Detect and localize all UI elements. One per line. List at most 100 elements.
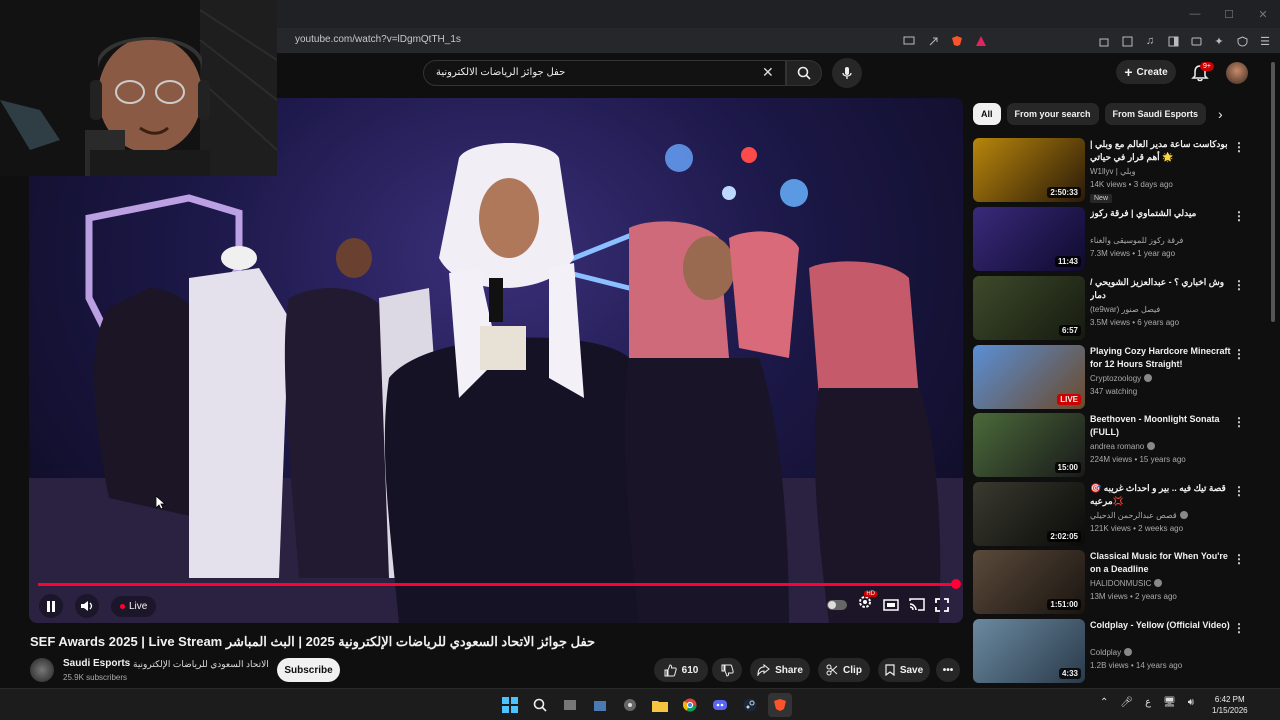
voice-search-button[interactable] xyxy=(832,58,862,88)
recommendation-title[interactable]: قصة تيك فيه .. بير و احداث غريبه 🎯 مرعبه… xyxy=(1090,482,1238,508)
scrollbar-thumb[interactable] xyxy=(1271,62,1275,322)
share-page-icon[interactable] xyxy=(924,32,942,50)
chip-from-channel[interactable]: From Saudi Esports xyxy=(1104,103,1207,125)
more-vertical-icon[interactable]: ⋮ xyxy=(1233,415,1245,429)
chip-from-your-search[interactable]: From your search xyxy=(1006,103,1099,125)
settings-button[interactable]: HD xyxy=(857,591,877,615)
recommendation-channel[interactable]: Coldplay xyxy=(1090,648,1133,657)
cast-icon[interactable] xyxy=(909,598,925,611)
url-field[interactable]: youtube.com/watch?v=lDgmQtTH_1s xyxy=(295,34,461,45)
more-vertical-icon[interactable]: ⋮ xyxy=(1233,484,1245,498)
recommendation-item[interactable]: 15:00 Beethoven - Moonlight Sonata (FULL)… xyxy=(973,413,1263,477)
more-vertical-icon[interactable]: ⋮ xyxy=(1233,621,1245,635)
vpn-icon[interactable] xyxy=(1233,32,1251,50)
subscribe-button[interactable]: Subscribe xyxy=(277,658,340,682)
theater-mode-icon[interactable] xyxy=(883,598,899,611)
more-vertical-icon[interactable]: ⋮ xyxy=(1233,140,1245,154)
brave-rewards-icon[interactable] xyxy=(972,32,990,50)
minimize-button[interactable]: — xyxy=(1178,0,1212,28)
menu-icon[interactable]: ☰ xyxy=(1256,32,1274,50)
chip-all[interactable]: All xyxy=(973,103,1001,125)
recommendation-item[interactable]: 1:51:00 Classical Music for When You're o… xyxy=(973,550,1263,614)
progress-bar[interactable] xyxy=(38,583,956,586)
cast-icon[interactable] xyxy=(900,32,918,50)
maximize-button[interactable]: ☐ xyxy=(1212,0,1246,28)
volume-button[interactable] xyxy=(75,594,99,618)
user-avatar[interactable] xyxy=(1226,62,1248,84)
recommendation-item[interactable]: 4:33 Coldplay - Yellow (Official Video) Co… xyxy=(973,619,1263,683)
channel-avatar[interactable] xyxy=(30,658,54,682)
input-language[interactable]: ع xyxy=(1145,697,1151,708)
video-thumbnail[interactable]: LIVE xyxy=(973,345,1085,409)
share-button[interactable]: Share xyxy=(750,658,810,682)
live-indicator[interactable]: Live xyxy=(111,595,157,617)
recommendation-channel[interactable]: قصص عبدالرحمن الدحيلي xyxy=(1090,511,1188,520)
wallet-icon[interactable] xyxy=(1187,32,1205,50)
music-icon[interactable]: ♫ xyxy=(1141,32,1159,50)
sidebar-icon[interactable] xyxy=(1164,32,1182,50)
task-view-icon[interactable] xyxy=(558,693,582,717)
like-button[interactable]: 610 xyxy=(654,658,708,682)
brave-browser-icon[interactable] xyxy=(768,693,792,717)
video-thumbnail[interactable]: 11:43 xyxy=(973,207,1085,271)
channel-name[interactable]: Saudi Esports xyxy=(63,658,130,669)
more-vertical-icon[interactable]: ⋮ xyxy=(1233,552,1245,566)
fullscreen-icon[interactable] xyxy=(935,597,949,612)
create-button[interactable]: + Create xyxy=(1116,60,1176,84)
store-icon[interactable] xyxy=(588,693,612,717)
autoplay-toggle[interactable] xyxy=(827,599,847,610)
recommendation-item[interactable]: 2:50:33 بودكاست ساعة مدير العالم مع وبلي … xyxy=(973,138,1263,203)
clip-button[interactable]: Clip xyxy=(818,658,870,682)
search-input[interactable]: حفل جوائز الرياضات الالكترونية xyxy=(423,60,786,86)
recommendation-channel[interactable]: (te9war) فيصل صنور xyxy=(1090,305,1160,314)
pause-button[interactable] xyxy=(39,594,63,618)
recommendation-item[interactable]: 11:43 ميدلي الشتماوي | فرقة ركوز فرقة ركوز… xyxy=(973,207,1263,271)
more-actions-button[interactable]: ••• xyxy=(936,658,960,682)
brave-shields-icon[interactable] xyxy=(948,32,966,50)
start-menu-icon[interactable] xyxy=(498,693,522,717)
page-scrollbar[interactable] xyxy=(1269,56,1277,686)
video-thumbnail[interactable]: 15:00 xyxy=(973,413,1085,477)
chrome-icon[interactable] xyxy=(678,693,702,717)
microphone-tray-icon[interactable]: 🎤︎ xyxy=(1120,697,1133,708)
search-button[interactable] xyxy=(786,60,822,86)
chrome-like-icon[interactable] xyxy=(618,693,642,717)
save-button[interactable]: Save xyxy=(878,658,930,682)
recommendation-item[interactable]: LIVE Playing Cozy Hardcore Minecraft for … xyxy=(973,345,1263,409)
progress-scrubber[interactable] xyxy=(951,579,961,589)
recommendation-channel[interactable]: فرقة ركوز للموسيقى والغناء xyxy=(1090,236,1183,245)
search-icon[interactable] xyxy=(528,693,552,717)
recommendation-channel[interactable]: W1llyv | وبلي xyxy=(1090,167,1135,176)
recommendation-title[interactable]: بودكاست ساعة مدير العالم مع وبلي | أهم ق… xyxy=(1090,138,1238,164)
recommendation-title[interactable]: وش اخباري ؟ - عبدالعزيز الشويحي / دمار xyxy=(1090,276,1238,302)
video-thumbnail[interactable]: 6:57 xyxy=(973,276,1085,340)
clear-search-icon[interactable]: ✕ xyxy=(762,64,774,81)
discord-icon[interactable] xyxy=(708,693,732,717)
extensions-icon[interactable] xyxy=(1095,32,1113,50)
network-icon[interactable]: 🖥︎ xyxy=(1163,697,1176,708)
recommendation-channel[interactable]: HALIDONMUSIC xyxy=(1090,579,1163,588)
tab-manager-icon[interactable] xyxy=(1118,32,1136,50)
video-thumbnail[interactable]: 4:33 xyxy=(973,619,1085,683)
speaker-icon[interactable]: 🔊︎ xyxy=(1188,697,1194,708)
more-vertical-icon[interactable]: ⋮ xyxy=(1233,278,1245,292)
search-query[interactable]: حفل جوائز الرياضات الالكترونية xyxy=(436,67,766,78)
leo-ai-icon[interactable]: ✦ xyxy=(1210,32,1228,50)
more-vertical-icon[interactable]: ⋮ xyxy=(1233,347,1245,361)
close-window-button[interactable]: ✕ xyxy=(1246,0,1280,28)
dislike-button[interactable] xyxy=(712,658,742,682)
video-thumbnail[interactable]: 1:51:00 xyxy=(973,550,1085,614)
more-vertical-icon[interactable]: ⋮ xyxy=(1233,209,1245,223)
chevron-up-icon[interactable]: ⌃ xyxy=(1100,697,1108,708)
system-clock[interactable]: 6:42 PM 1/15/2026 xyxy=(1212,694,1248,716)
video-thumbnail[interactable]: 2:02:05 xyxy=(973,482,1085,546)
video-player[interactable]: Live HD xyxy=(29,98,963,623)
recommendation-title[interactable]: Coldplay - Yellow (Official Video) xyxy=(1090,619,1238,632)
channel-name-arabic[interactable]: الاتحاد السعودي للرياضات الإلكترونية xyxy=(133,659,269,670)
recommendation-title[interactable]: Beethoven - Moonlight Sonata (FULL) xyxy=(1090,413,1238,439)
chevron-right-icon[interactable]: › xyxy=(1218,106,1223,122)
recommendation-title[interactable]: ميدلي الشتماوي | فرقة ركوز xyxy=(1090,207,1238,220)
steam-icon[interactable] xyxy=(738,693,762,717)
recommendation-item[interactable]: 6:57 وش اخباري ؟ - عبدالعزيز الشويحي / دم… xyxy=(973,276,1263,340)
recommendation-title[interactable]: Playing Cozy Hardcore Minecraft for 12 H… xyxy=(1090,345,1238,371)
